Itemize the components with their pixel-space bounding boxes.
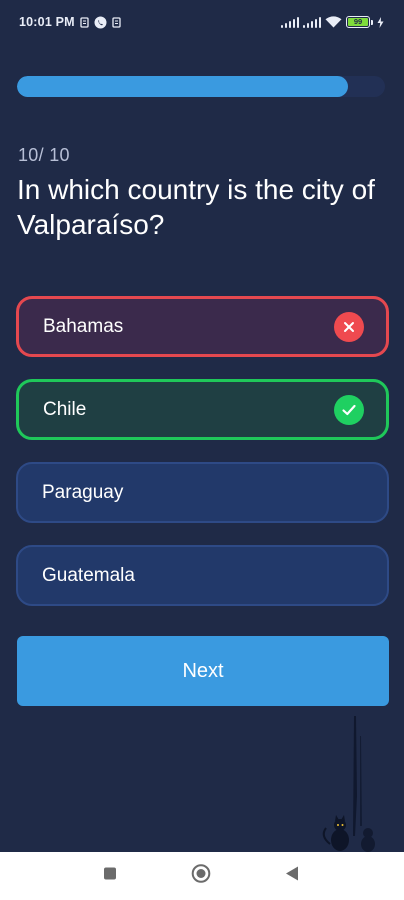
status-bar: 10:01 PM 99 (0, 0, 404, 44)
status-left: 10:01 PM (19, 15, 121, 29)
quiz-progress-fill (17, 76, 349, 97)
question-counter: 10/ 10 (18, 145, 70, 165)
x-icon (334, 311, 364, 342)
option-chile[interactable]: Chile (16, 379, 389, 440)
signal-icon-2 (303, 16, 321, 28)
battery-level: 99 (348, 18, 368, 26)
option-label: Chile (43, 398, 87, 420)
quiz-progress-bar (17, 76, 385, 97)
option-bahamas[interactable]: Bahamas (16, 296, 389, 357)
wifi-icon (325, 16, 342, 28)
status-time: 10:01 PM (19, 15, 75, 29)
status-right: 99 (281, 16, 384, 28)
option-guatemala[interactable]: Guatemala (16, 545, 389, 606)
option-label: Bahamas (43, 315, 124, 337)
answer-options: Bahamas Chile Paraguay Guatemala (16, 296, 389, 628)
sim-icon-2 (112, 16, 121, 28)
decorative-cat-illustration (322, 716, 375, 852)
option-label: Guatemala (42, 564, 135, 586)
signal-icon (281, 16, 300, 28)
recents-icon[interactable] (103, 867, 117, 886)
question-text: In which country is the city of Valparaí… (17, 174, 375, 240)
home-icon[interactable] (191, 864, 211, 889)
system-navigation-bar (0, 852, 404, 900)
option-paraguay[interactable]: Paraguay (16, 462, 389, 523)
whatsapp-icon (94, 16, 107, 28)
quiz-screen: 10:01 PM 99 10/ 10 In which country is t… (0, 0, 404, 900)
check-icon (334, 394, 364, 425)
next-button[interactable]: Next (17, 636, 389, 706)
sim-icon (80, 16, 89, 28)
back-icon[interactable] (285, 866, 299, 887)
battery-icon: 99 (346, 16, 373, 28)
option-label: Paraguay (42, 481, 124, 503)
charging-icon (377, 16, 384, 28)
